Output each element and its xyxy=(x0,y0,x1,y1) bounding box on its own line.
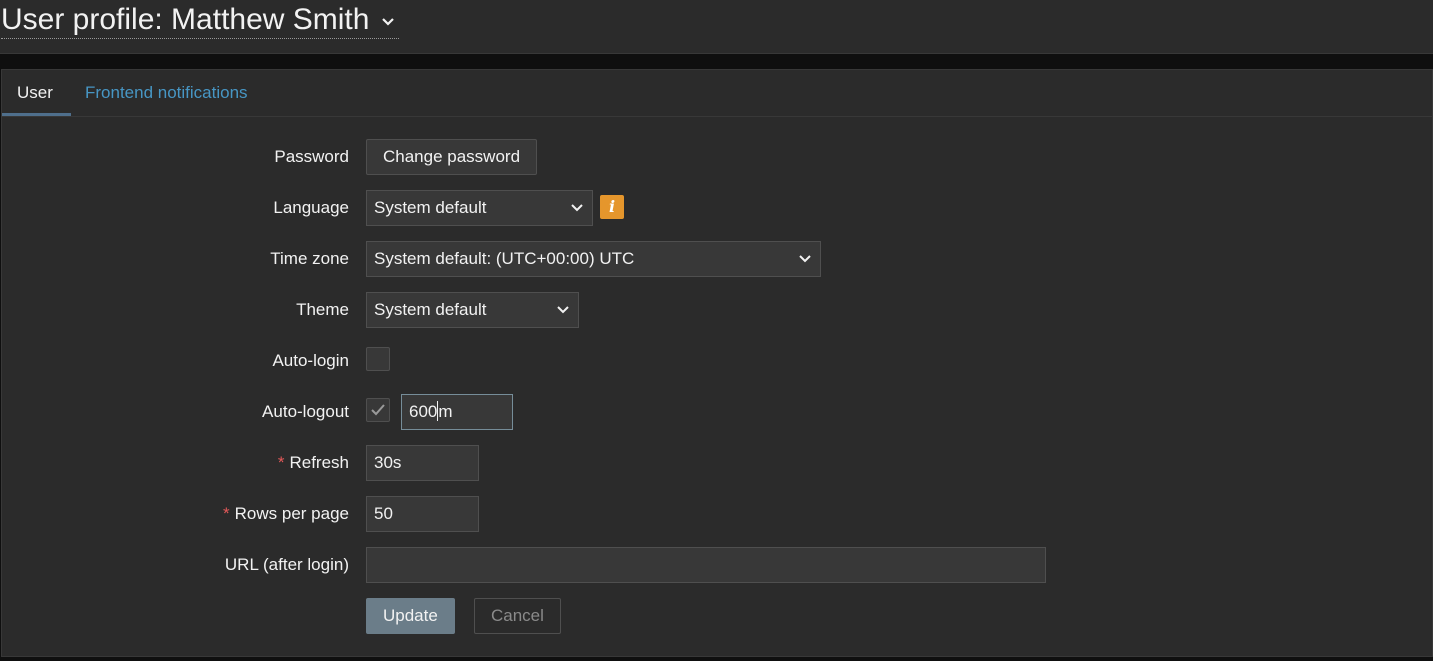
autologout-value-before-caret: 600 xyxy=(409,402,438,421)
password-label: Password xyxy=(274,147,349,166)
refresh-row: * Refresh 30s xyxy=(2,445,1432,481)
autologin-checkbox[interactable] xyxy=(366,347,390,371)
info-icon[interactable]: i xyxy=(600,195,624,219)
page-header: User profile: Matthew Smith xyxy=(0,0,1433,54)
autologin-label: Auto-login xyxy=(272,351,349,370)
autologout-value-after-caret: m xyxy=(438,402,453,421)
rows-per-page-row: * Rows per page 50 xyxy=(2,496,1432,532)
password-row: Password Change password xyxy=(2,139,1432,175)
tab-bar: User Frontend notifications xyxy=(2,70,1432,117)
url-input[interactable] xyxy=(366,547,1046,583)
url-row: URL (after login) xyxy=(2,547,1432,583)
change-password-button[interactable]: Change password xyxy=(366,139,538,175)
rows-per-page-label: * Rows per page xyxy=(223,496,349,532)
required-mark: * xyxy=(277,453,285,472)
chevron-down-icon xyxy=(571,204,583,212)
autologout-label: Auto-logout xyxy=(262,402,349,421)
checkmark-icon xyxy=(371,404,385,416)
form-actions: Update Cancel xyxy=(2,598,1432,634)
timezone-row: Time zone System default: (UTC+00:00) UT… xyxy=(2,241,1432,277)
rows-per-page-label-text: Rows per page xyxy=(234,504,349,523)
theme-select-value: System default xyxy=(374,300,487,319)
theme-label: Theme xyxy=(296,300,349,319)
chevron-down-icon xyxy=(557,306,569,314)
language-select-value: System default xyxy=(374,198,487,217)
timezone-select-value: System default: (UTC+00:00) UTC xyxy=(374,249,635,268)
tab-user[interactable]: User xyxy=(2,70,71,116)
language-select[interactable]: System default xyxy=(366,190,593,226)
language-row: Language System default i xyxy=(2,190,1432,226)
language-label: Language xyxy=(273,198,349,217)
chevron-down-icon xyxy=(382,18,395,26)
profile-form-container: User Frontend notifications Password Cha… xyxy=(1,69,1433,657)
rows-per-page-input[interactable]: 50 xyxy=(366,496,479,532)
autologout-checkbox[interactable] xyxy=(366,398,390,422)
page-title-dropdown[interactable]: User profile: Matthew Smith xyxy=(1,2,400,39)
autologin-row: Auto-login xyxy=(2,343,1432,379)
chevron-down-icon xyxy=(799,255,811,263)
cancel-button[interactable]: Cancel xyxy=(474,598,561,634)
theme-row: Theme System default xyxy=(2,292,1432,328)
refresh-label-text: Refresh xyxy=(289,453,349,472)
url-label: URL (after login) xyxy=(224,555,349,574)
required-mark: * xyxy=(223,504,230,523)
tab-frontend-notifications[interactable]: Frontend notifications xyxy=(70,70,263,116)
autologout-row: Auto-logout 600m xyxy=(2,394,1432,430)
update-button[interactable]: Update xyxy=(366,598,455,634)
page-title: User profile: Matthew Smith xyxy=(1,3,370,36)
timezone-select[interactable]: System default: (UTC+00:00) UTC xyxy=(366,241,821,277)
refresh-label: * Refresh xyxy=(278,445,349,481)
autologout-input[interactable]: 600m xyxy=(401,394,513,430)
timezone-label: Time zone xyxy=(270,249,349,268)
theme-select[interactable]: System default xyxy=(366,292,579,328)
refresh-input[interactable]: 30s xyxy=(366,445,479,481)
